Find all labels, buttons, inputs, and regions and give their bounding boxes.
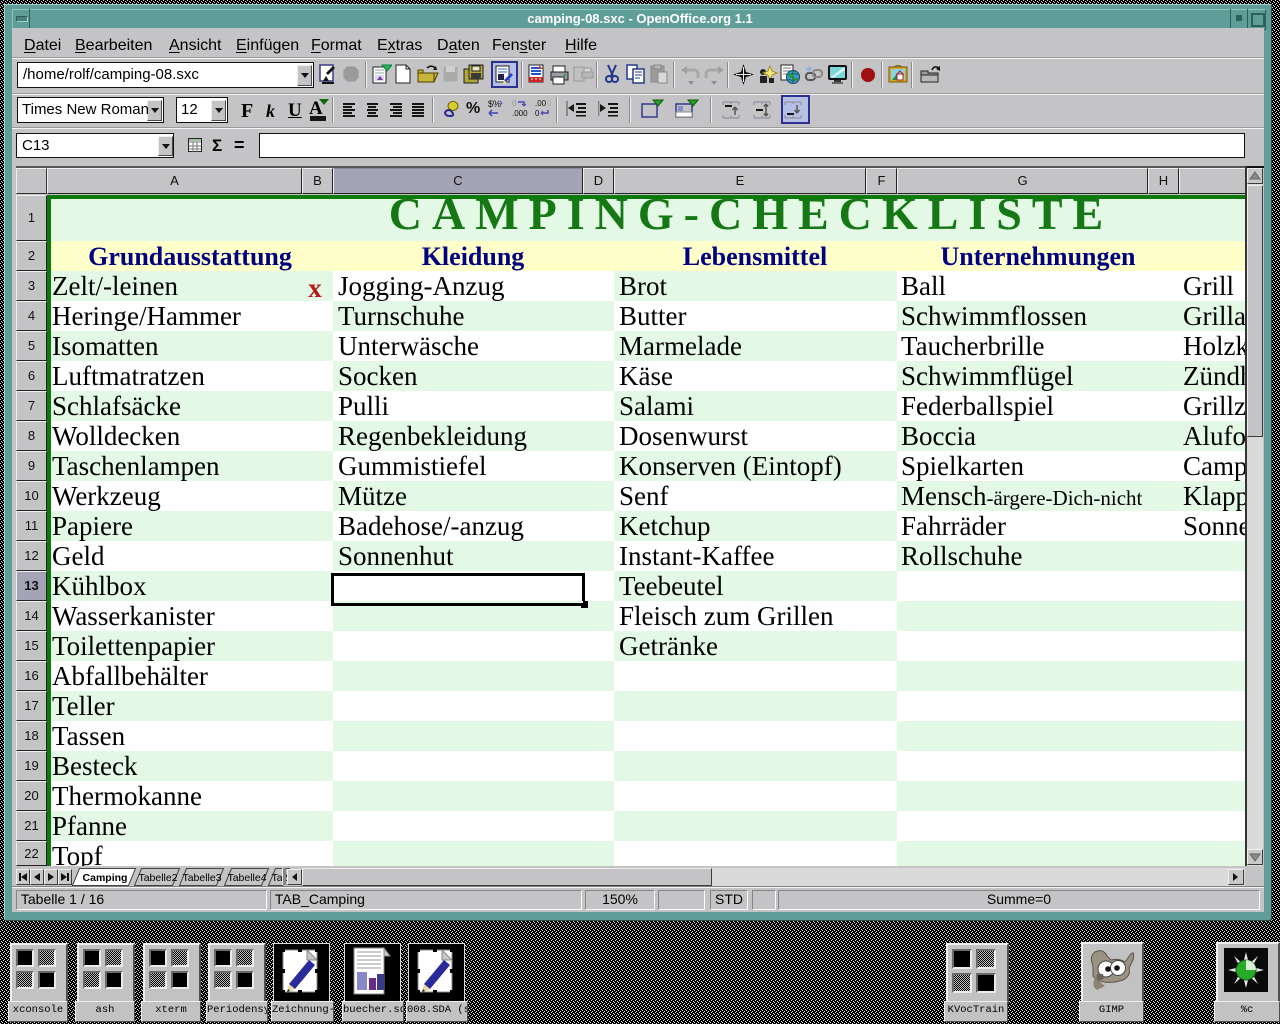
svg-text:0: 0 (535, 109, 540, 118)
svg-text:Tabelle2: Tabelle2 (138, 872, 177, 884)
svg-text:.00: .00 (535, 99, 547, 108)
svg-text:Tabelle4: Tabelle4 (227, 872, 266, 884)
svg-text:Camping: Camping (83, 872, 128, 884)
svg-text:.000: .000 (512, 109, 528, 118)
svg-text:Tabelle3: Tabelle3 (182, 872, 221, 884)
svg-text:0: 0 (547, 99, 551, 108)
svg-text:0: 0 (512, 99, 517, 108)
svg-text:$%: $% (488, 99, 501, 109)
